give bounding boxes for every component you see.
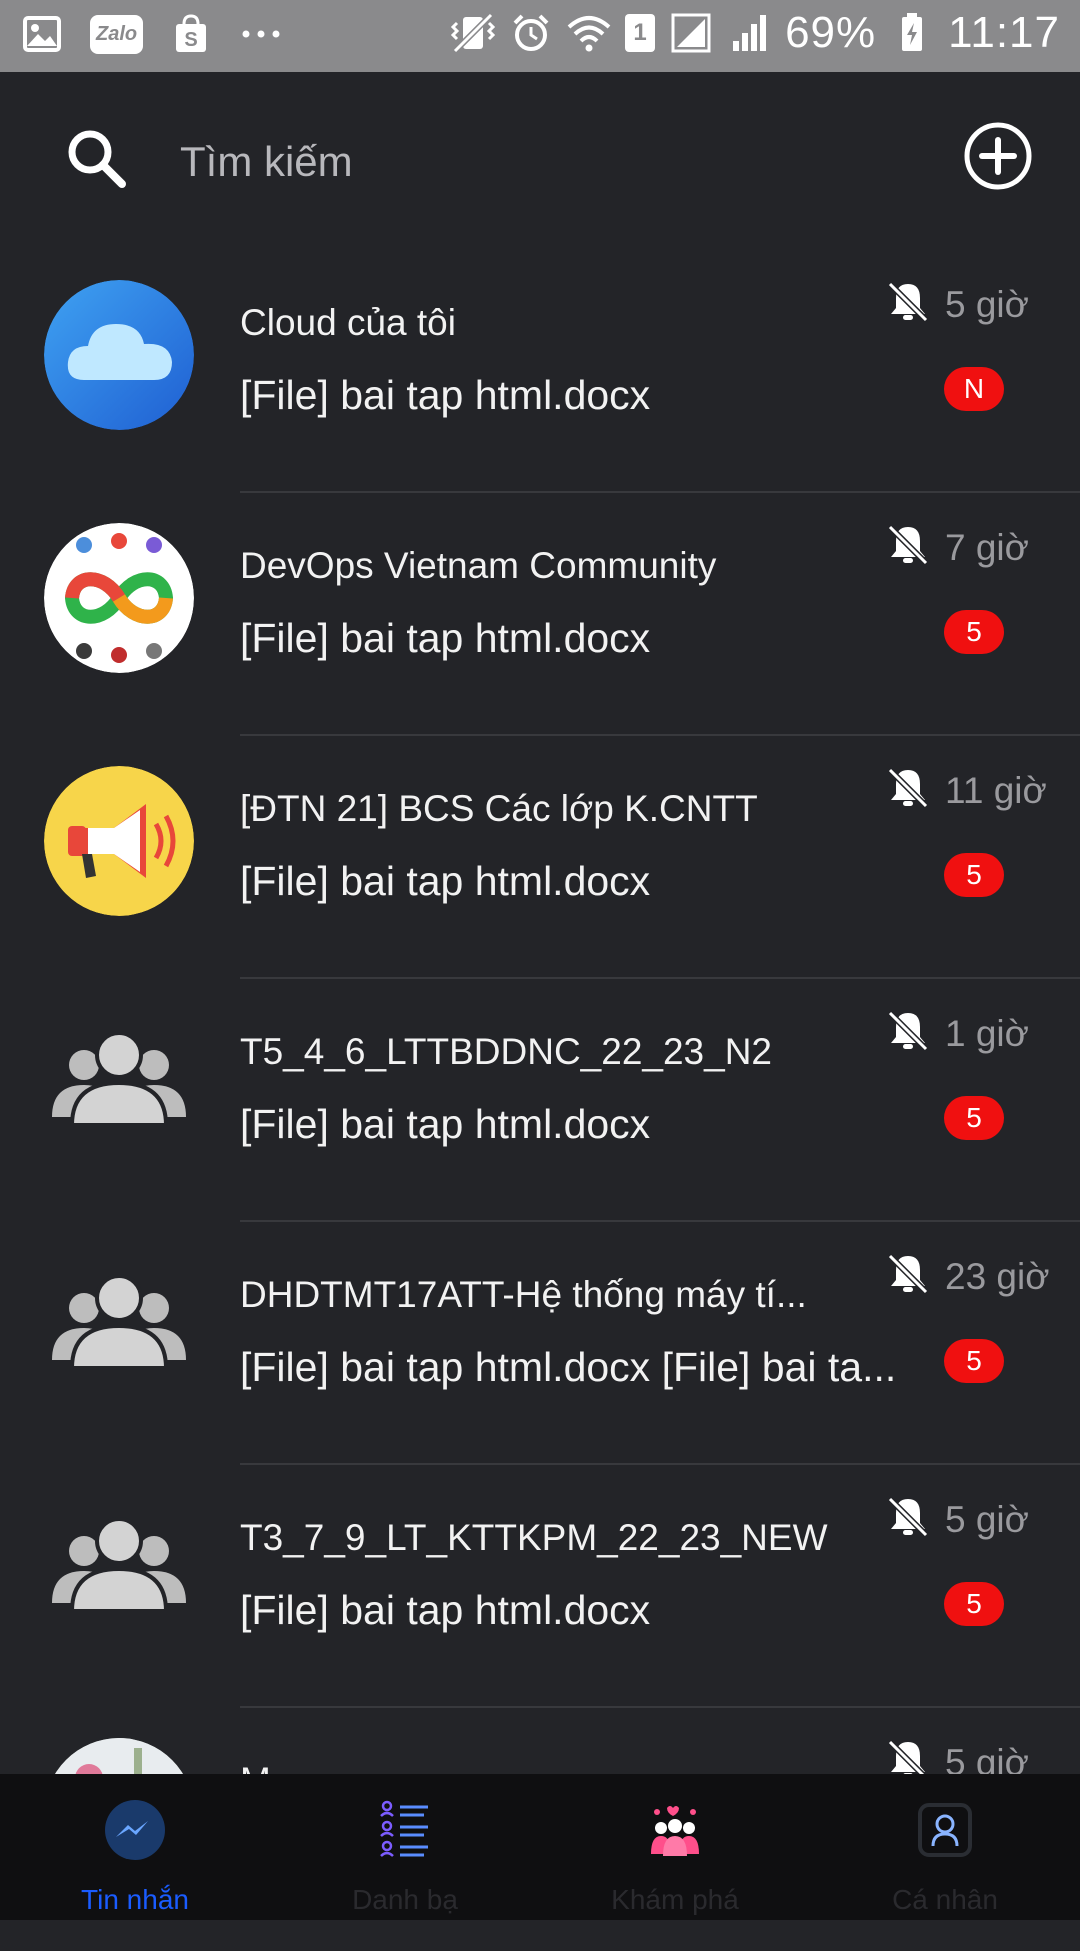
add-button[interactable] (962, 120, 1034, 192)
profile-icon (913, 1798, 977, 1862)
tab-label: Khám phá (611, 1884, 739, 1915)
conversation-time: 23 giờ (945, 1256, 1050, 1297)
conversation-item[interactable]: DevOps Vietnam Community [File] bai tap … (0, 493, 1080, 736)
discover-icon (643, 1798, 707, 1862)
group-avatar (44, 1495, 194, 1645)
clock: 11:17 (948, 8, 1060, 57)
conversation-item[interactable]: T5_4_6_LTTBDDNC_22_23_N2 [File] bai tap … (0, 979, 1080, 1222)
group-icon (52, 1517, 186, 1613)
group-avatar (44, 1009, 194, 1159)
bell-muted-icon (886, 523, 930, 567)
conversation-time: 5 giờ (945, 284, 1029, 325)
tab-label: Cá nhân (892, 1884, 998, 1915)
shopee-icon: S (169, 12, 213, 56)
cloud-avatar (44, 280, 194, 430)
bell-muted-icon (886, 1009, 930, 1053)
conversation-item[interactable]: Cloud của tôi [File] bai tap html.docx 5… (0, 250, 1080, 493)
search-header (0, 72, 1080, 250)
search-input[interactable] (180, 132, 780, 192)
wifi-icon (567, 11, 611, 55)
unread-badge: N (944, 367, 1004, 411)
group-icon (52, 1274, 186, 1370)
conversation-time: 1 giờ (945, 1013, 1029, 1054)
messenger-icon (103, 1798, 167, 1862)
conversation-title: DevOps Vietnam Community (240, 545, 717, 586)
conversation-title: T5_4_6_LTTBDDNC_22_23_N2 (240, 1031, 773, 1072)
contacts-icon (373, 1798, 437, 1862)
battery-charging-icon (890, 11, 934, 55)
conversation-title: DHDTMT17ATT-Hệ thống máy tí... (240, 1274, 807, 1315)
unread-badge: 5 (944, 1096, 1004, 1140)
conversation-preview: [File] bai tap html.docx (240, 615, 651, 661)
conversation-preview: [File] bai tap html.docx [File] bai ta..… (240, 1344, 897, 1390)
group-icon (52, 1031, 186, 1127)
signal-icon (669, 11, 713, 55)
conversation-preview: [File] bai tap html.docx (240, 1587, 651, 1633)
more-dots-icon (239, 12, 283, 56)
group-avatar (44, 1252, 194, 1402)
conversation-item[interactable]: T3_7_9_LT_KTTKPM_22_23_NEW [File] bai ta… (0, 1465, 1080, 1708)
conversation-title: [ĐTN 21] BCS Các lớp K.CNTT (240, 788, 758, 829)
tab-label: Tin nhắn (81, 1884, 189, 1915)
tab-messages[interactable]: Tin nhắn (0, 1774, 270, 1920)
conversation-item[interactable]: [ĐTN 21] BCS Các lớp K.CNTT [File] bai t… (0, 736, 1080, 979)
tab-profile[interactable]: Cá nhân (810, 1774, 1080, 1920)
zalo-icon: Zalo (90, 14, 144, 54)
status-bar: Zalo S 1 69% 11:17 (0, 0, 1080, 72)
vibrate-icon (451, 11, 496, 55)
tab-discover[interactable]: Khám phá (540, 1774, 810, 1920)
bell-muted-icon (886, 1495, 930, 1539)
conversation-list: Cloud của tôi [File] bai tap html.docx 5… (0, 250, 1080, 1951)
conversation-title: Cloud của tôi (240, 302, 456, 343)
gallery-icon (20, 12, 64, 56)
bell-muted-icon (886, 1252, 930, 1296)
bottom-navigation: Tin nhắn Danh bạ Khám phá Cá nhân (0, 1774, 1080, 1920)
conversation-preview: [File] bai tap html.docx (240, 858, 651, 904)
conversation-item[interactable]: DHDTMT17ATT-Hệ thống máy tí... [File] ba… (0, 1222, 1080, 1465)
unread-badge: 5 (944, 610, 1004, 654)
sim-slot-badge: 1 (625, 14, 656, 52)
conversation-preview: [File] bai tap html.docx (240, 1101, 651, 1147)
unread-badge: 5 (944, 853, 1004, 897)
plus-circle-icon (964, 122, 1032, 190)
devops-avatar (44, 523, 194, 673)
bell-muted-icon (886, 280, 930, 324)
conversation-preview: [File] bai tap html.docx (240, 372, 651, 418)
alarm-icon (509, 11, 553, 55)
tab-label: Danh bạ (352, 1884, 458, 1915)
signal-bars-icon (727, 11, 771, 55)
search-icon[interactable] (62, 124, 132, 194)
tab-contacts[interactable]: Danh bạ (270, 1774, 540, 1920)
megaphone-avatar (44, 766, 194, 916)
conversation-time: 7 giờ (945, 527, 1029, 568)
conversation-title: T3_7_9_LT_KTTKPM_22_23_NEW (240, 1517, 828, 1558)
bell-muted-icon (886, 766, 930, 810)
conversation-time: 5 giờ (945, 1499, 1029, 1540)
battery-percent: 69% (785, 8, 877, 57)
unread-badge: 5 (944, 1582, 1004, 1626)
conversation-time: 11 giờ (945, 770, 1047, 811)
unread-badge: 5 (944, 1339, 1004, 1383)
svg-text:S: S (184, 29, 197, 51)
